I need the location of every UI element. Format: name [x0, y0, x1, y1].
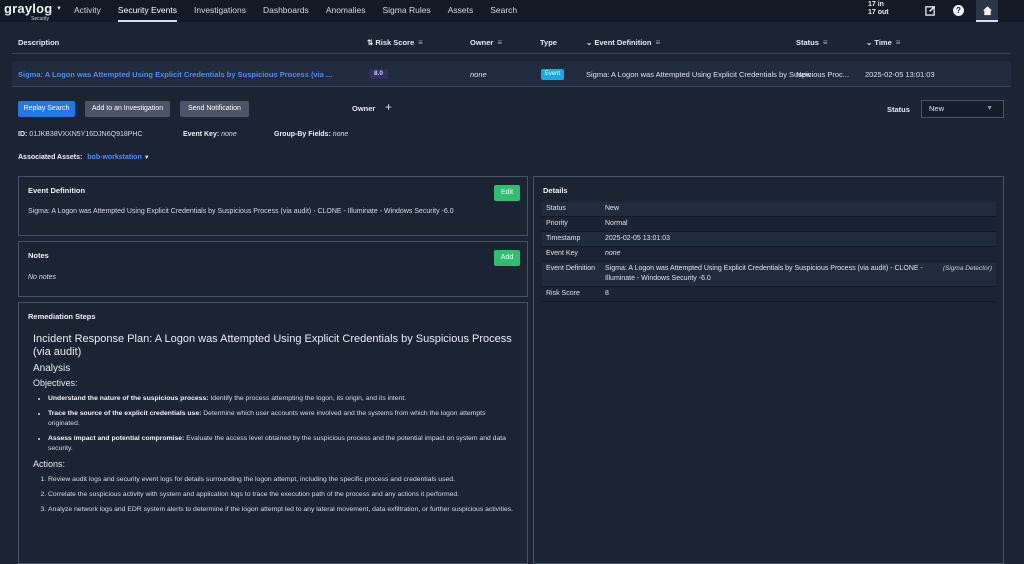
- group-by-fields: Group-By Fields: none: [274, 131, 349, 138]
- column-owner[interactable]: Owner ≡: [470, 38, 502, 47]
- add-to-investigation-button[interactable]: Add to an Investigation: [85, 101, 170, 117]
- nav-investigations[interactable]: Investigations: [194, 0, 246, 22]
- throughput-indicator[interactable]: 17 in 17 out: [868, 1, 889, 17]
- top-navigation-bar: graylog Security ▼ Activity Security Eve…: [0, 0, 1024, 22]
- objectives-list: Understand the nature of the suspicious …: [48, 394, 518, 454]
- chevron-down-icon[interactable]: ▼: [56, 6, 62, 12]
- panel-title: Remediation Steps: [28, 312, 96, 321]
- nav-sigma-rules[interactable]: Sigma Rules: [383, 0, 431, 22]
- actions-heading: Actions:: [33, 459, 66, 469]
- main-nav: Activity Security Events Investigations …: [74, 0, 534, 22]
- plan-title: Incident Response Plan: A Logon was Atte…: [33, 333, 512, 358]
- remediation-content: Incident Response Plan: A Logon was Atte…: [28, 333, 518, 520]
- edit-icon[interactable]: [924, 4, 937, 17]
- list-item: Analyze network logs and EDR system aler…: [48, 505, 518, 515]
- chevron-down-icon: ▼: [986, 105, 993, 112]
- event-definition-text: Sigma: A Logon was Attempted Using Expli…: [28, 208, 454, 215]
- event-owner: none: [470, 70, 487, 79]
- risk-score-badge: 8.0: [369, 69, 388, 79]
- graylog-logo[interactable]: graylog Security: [4, 1, 53, 22]
- panel-title: Event Definition: [28, 186, 86, 195]
- event-definition-value: Sigma: A Logon was Attempted Using Expli…: [605, 265, 923, 282]
- panel-title: Details: [543, 186, 568, 195]
- details-row-timestamp: Timestamp 2025-02-05 13:01:03: [542, 231, 996, 247]
- add-owner-icon[interactable]: +: [385, 100, 392, 114]
- column-risk-score[interactable]: ⇅ Risk Score ≡: [367, 38, 423, 47]
- owner-label: Owner: [352, 104, 376, 113]
- details-row-priority: Priority Normal: [542, 216, 996, 232]
- events-table-header: Description ⇅ Risk Score ≡ Owner ≡ Type ⌄ …: [12, 30, 1011, 54]
- column-event-definition[interactable]: ⌄ Event Definition ≡: [586, 38, 660, 47]
- notes-text: No notes: [28, 274, 57, 281]
- column-description[interactable]: Description: [18, 38, 59, 47]
- event-definition-panel: Event Definition Edit Sigma: A Logon was…: [18, 176, 528, 236]
- details-row-event-key: Event Key none: [542, 246, 996, 262]
- chevron-down-icon[interactable]: ▼: [144, 155, 150, 161]
- column-type[interactable]: Type: [540, 38, 557, 47]
- logo-subtitle: Security: [31, 16, 50, 22]
- replay-search-button[interactable]: Replay Search: [18, 101, 75, 117]
- analysis-heading: Analysis: [33, 363, 71, 374]
- panel-title: Notes: [28, 251, 49, 260]
- nav-anomalies[interactable]: Anomalies: [326, 0, 366, 22]
- filter-icon[interactable]: ≡: [896, 38, 901, 47]
- help-icon[interactable]: ?: [952, 4, 965, 17]
- details-row-event-definition: Event Definition (Sigma Detector) Sigma: A…: [542, 261, 996, 287]
- column-status[interactable]: Status ≡: [796, 38, 828, 47]
- notes-panel: Notes Add No notes: [18, 241, 528, 297]
- list-item: Review audit logs and security event log…: [48, 475, 518, 485]
- event-time-cell: 2025-02-05 13:01:03: [865, 70, 935, 79]
- list-item: Understand the nature of the suspicious …: [48, 394, 518, 404]
- remediation-panel: Remediation Steps Incident Response Plan…: [18, 302, 528, 564]
- status-select-value: New: [929, 104, 945, 113]
- event-id: ID: 01JKB38VXXN5Y16DJN6Q918PHC: [18, 131, 143, 138]
- nav-assets[interactable]: Assets: [448, 0, 474, 22]
- nav-dashboards[interactable]: Dashboards: [263, 0, 309, 22]
- objectives-heading: Objectives:: [33, 378, 78, 388]
- actions-list: Review audit logs and security event log…: [48, 475, 518, 515]
- list-item: Correlate the suspicious activity with s…: [48, 490, 518, 500]
- filter-icon[interactable]: ≡: [418, 38, 423, 47]
- details-row-status: Status New: [542, 202, 996, 217]
- edit-button[interactable]: Edit: [494, 185, 520, 201]
- throughput-in: 17 in: [868, 1, 884, 8]
- event-status-cell: New: [796, 70, 812, 79]
- filter-icon[interactable]: ≡: [655, 38, 660, 47]
- send-notification-button[interactable]: Send Notification: [180, 101, 249, 117]
- list-item: Trace the source of the explicit credent…: [48, 409, 518, 429]
- details-table: Status New Priority Normal Timestamp 2025-0…: [542, 202, 996, 302]
- event-type-badge: Event: [541, 69, 564, 80]
- nav-security-events[interactable]: Security Events: [117, 0, 177, 22]
- asset-link[interactable]: bob-workstation: [87, 154, 141, 161]
- detector-type: (Sigma Detector): [942, 265, 992, 272]
- nav-search[interactable]: Search: [490, 0, 517, 22]
- status-select[interactable]: New ▼: [921, 100, 1004, 118]
- filter-icon[interactable]: ≡: [497, 38, 502, 47]
- add-note-button[interactable]: Add: [494, 250, 520, 266]
- filter-icon[interactable]: ≡: [823, 38, 828, 47]
- status-label: Status: [887, 105, 910, 114]
- home-icon[interactable]: [976, 0, 998, 22]
- details-row-risk-score: Risk Score 8: [542, 286, 996, 302]
- event-key: Event Key: none: [183, 131, 237, 138]
- list-item: Assess impact and potential compromise: …: [48, 434, 518, 454]
- logo-text: graylog: [4, 1, 53, 16]
- nav-activity[interactable]: Activity: [74, 0, 101, 22]
- throughput-out: 17 out: [868, 9, 889, 16]
- table-row[interactable]: Sigma: A Logon was Attempted Using Expli…: [12, 61, 1011, 87]
- event-description-link[interactable]: Sigma: A Logon was Attempted Using Expli…: [18, 70, 332, 79]
- associated-assets: Associated Assets: bob-workstation ▼: [18, 154, 150, 161]
- column-time[interactable]: ⌄ Time ≡: [866, 38, 900, 47]
- details-panel: Details Status New Priority Normal Timesta…: [533, 176, 1004, 564]
